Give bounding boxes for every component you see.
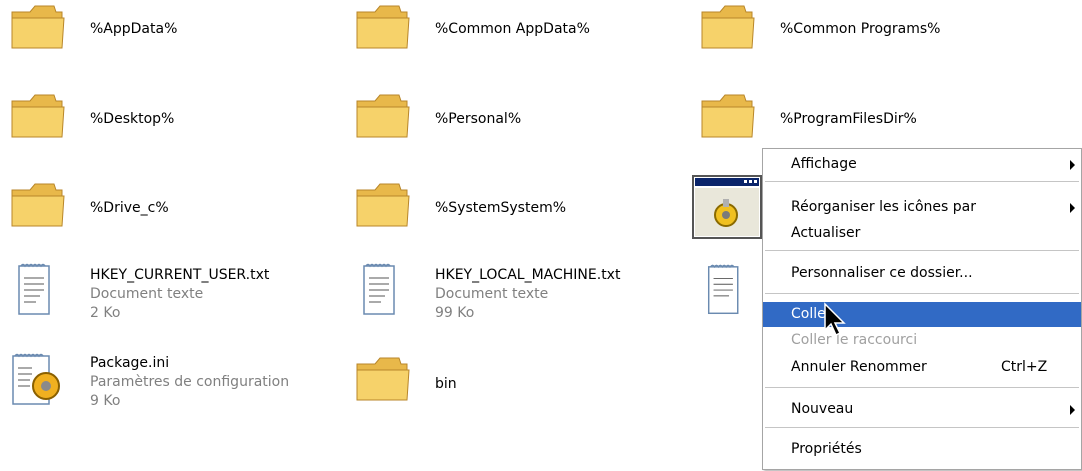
item-name: %Desktop%: [90, 111, 175, 127]
folder-programfilesdir[interactable]: %ProgramFilesDir%: [700, 89, 1000, 149]
menu-item-label: Nouveau: [791, 401, 854, 417]
menu-separator: [765, 293, 1079, 294]
menu-item-nouveau[interactable]: Nouveau: [763, 397, 1081, 422]
item-type: Paramètres de configuration: [90, 374, 290, 390]
folder-personal[interactable]: %Personal%: [355, 89, 655, 149]
folder-icon: [11, 183, 65, 227]
text-document-icon: [363, 263, 395, 315]
folder-icon: [11, 5, 65, 49]
folder-drive-c[interactable]: %Drive_c%: [10, 178, 310, 238]
folder-systemsystem[interactable]: %SystemSystem%: [355, 178, 655, 238]
file-hkey-local-machine[interactable]: HKEY_LOCAL_MACHINE.txt Document texte 99…: [355, 262, 675, 322]
item-name: %ProgramFilesDir%: [780, 111, 917, 127]
item-size: 2 Ko: [90, 305, 121, 321]
menu-item-shortcut: Ctrl+Z: [1001, 359, 1048, 375]
item-name: %Personal%: [435, 111, 522, 127]
file-hkey-current-user[interactable]: HKEY_CURRENT_USER.txt Document texte 2 K…: [10, 262, 330, 322]
folder-common-programs[interactable]: %Common Programs%: [700, 0, 1000, 60]
item-name: %Common Programs%: [780, 21, 941, 37]
menu-item-label: Personnaliser ce dossier...: [791, 265, 973, 281]
menu-item-actualiser[interactable]: Actualiser: [763, 221, 1081, 246]
menu-item-label: Propriétés: [791, 441, 862, 457]
menu-item-annuler-renommer[interactable]: Annuler Renommer Ctrl+Z: [763, 355, 1081, 380]
folder-common-appdata[interactable]: %Common AppData%: [355, 0, 655, 60]
folder-bin[interactable]: bin: [355, 352, 655, 412]
menu-separator: [765, 427, 1079, 428]
config-settings-icon: [12, 353, 60, 405]
folder-icon: [701, 94, 755, 138]
text-document-icon: [18, 263, 50, 315]
menu-item-label: Affichage: [791, 156, 857, 172]
item-name: bin: [435, 376, 457, 392]
file-package-ini[interactable]: Package.ini Paramètres de configuration …: [10, 350, 330, 410]
item-type: Document texte: [90, 286, 204, 302]
menu-item-reorganiser[interactable]: Réorganiser les icônes par: [763, 195, 1081, 220]
folder-desktop[interactable]: %Desktop%: [10, 89, 310, 149]
item-name: %Common AppData%: [435, 21, 590, 37]
menu-item-affichage[interactable]: Affichage: [763, 152, 1081, 177]
folder-icon: [356, 183, 410, 227]
item-size: 9 Ko: [90, 393, 121, 409]
menu-item-personnaliser[interactable]: Personnaliser ce dossier...: [763, 261, 1081, 286]
menu-separator: [765, 250, 1079, 251]
submenu-arrow-icon: [1070, 160, 1075, 170]
menu-item-label: Réorganiser les icônes par: [791, 199, 976, 215]
item-name: HKEY_LOCAL_MACHINE.txt: [435, 267, 621, 283]
folder-icon: [701, 5, 755, 49]
context-menu: Affichage Réorganiser les icônes par Act…: [762, 148, 1082, 470]
folder-icon: [356, 94, 410, 138]
menu-item-label: Annuler Renommer: [791, 359, 927, 375]
menu-separator: [765, 181, 1079, 182]
menu-item-coller-raccourci[interactable]: Coller le raccourci: [763, 329, 1081, 351]
item-name: %Drive_c%: [90, 200, 169, 216]
folder-appdata[interactable]: %AppData%: [10, 0, 310, 60]
menu-item-proprietes[interactable]: Propriétés: [763, 437, 1081, 462]
menu-item-label: Actualiser: [791, 225, 861, 241]
menu-item-label: Coller le raccourci: [791, 332, 918, 348]
application-icon[interactable]: [692, 175, 762, 241]
folder-icon: [356, 5, 410, 49]
menu-separator: [765, 387, 1079, 388]
item-name: HKEY_CURRENT_USER.txt: [90, 267, 270, 283]
submenu-arrow-icon: [1070, 203, 1075, 213]
text-document-icon[interactable]: [700, 262, 760, 322]
item-name: %AppData%: [90, 21, 178, 37]
submenu-arrow-icon: [1070, 405, 1075, 415]
item-name: Package.ini: [90, 355, 170, 371]
item-size: 99 Ko: [435, 305, 475, 321]
item-name: %SystemSystem%: [435, 200, 567, 216]
mouse-cursor-icon: [824, 302, 846, 337]
menu-item-coller[interactable]: Coller: [763, 302, 1081, 327]
item-type: Document texte: [435, 286, 549, 302]
folder-icon: [11, 94, 65, 138]
folder-icon: [356, 357, 410, 401]
